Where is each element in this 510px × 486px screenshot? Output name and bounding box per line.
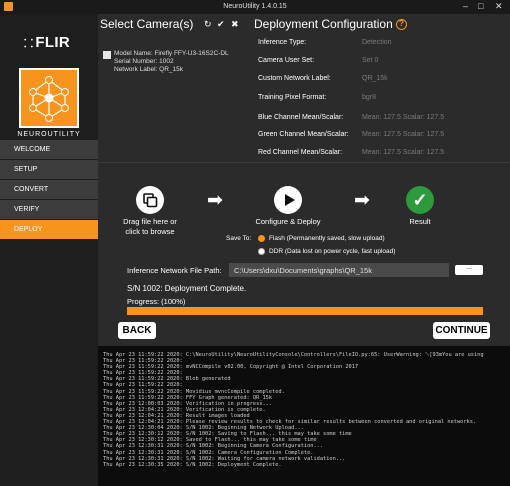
camera-serial: Serial Number: 1002 bbox=[114, 58, 174, 65]
title-bar: NeuroUtility 1.4.0.15 – □ ✕ bbox=[0, 0, 510, 14]
clear-selection-icon[interactable]: ✖ bbox=[231, 19, 239, 30]
ddr-radio[interactable] bbox=[258, 248, 265, 255]
sidebar-item-verify[interactable]: VERIFY bbox=[0, 200, 98, 219]
inference-path-input[interactable] bbox=[229, 263, 449, 277]
sidebar-item-welcome[interactable]: WELCOME bbox=[0, 140, 98, 159]
close-button[interactable]: ✕ bbox=[495, 1, 503, 12]
window-title: NeuroUtility 1.4.0.15 bbox=[223, 3, 287, 10]
drag-drop-icon[interactable] bbox=[136, 186, 164, 214]
section-divider bbox=[98, 162, 510, 163]
config-value: QR_15k bbox=[362, 75, 388, 82]
sidebar-nav: WELCOME SETUP CONVERT VERIFY DEPLOY bbox=[0, 140, 98, 240]
minimize-button[interactable]: – bbox=[463, 1, 468, 11]
config-value: Set 0 bbox=[362, 57, 379, 64]
select-all-icon[interactable]: ✔ bbox=[217, 19, 225, 30]
config-label: Blue Channel Mean/Scalar: bbox=[258, 114, 344, 121]
sidebar-item-setup[interactable]: SETUP bbox=[0, 160, 98, 179]
camera-checkbox[interactable] bbox=[103, 51, 111, 59]
brand-subtitle: NEUROUTILITY bbox=[17, 131, 81, 138]
network-graph-icon bbox=[29, 76, 69, 122]
progress-fill bbox=[127, 307, 483, 315]
arrow-right-icon: ➡ bbox=[354, 190, 370, 211]
config-label: Green Channel Mean/Scalar: bbox=[258, 131, 349, 138]
console-line: Thu Apr 23 12:30:35 2020: S/N 1002: Depl… bbox=[103, 461, 282, 468]
help-icon[interactable]: ? bbox=[396, 19, 407, 30]
configure-deploy-label: Configure & Deploy bbox=[255, 217, 321, 226]
config-label: Camera User Set: bbox=[258, 57, 315, 64]
result-check-icon: ✓ bbox=[406, 186, 434, 214]
config-value: Mean: 127.5 Scalar: 127.5 bbox=[362, 149, 445, 156]
config-value: Detection bbox=[362, 39, 392, 46]
continue-button[interactable]: CONTINUE bbox=[433, 322, 490, 339]
drag-drop-label[interactable]: Drag file here or click to browse bbox=[112, 217, 188, 237]
camera-network-label: Network Label: QR_15k bbox=[114, 66, 184, 73]
arrow-right-icon: ➡ bbox=[207, 190, 223, 211]
deployment-config-title: Deployment Configuration bbox=[254, 17, 393, 31]
sidebar: ⸬ FLIR NEUROUTILITY WELCOME SETUP CONVERT… bbox=[0, 14, 98, 486]
flash-radio[interactable] bbox=[258, 235, 265, 242]
sidebar-item-deploy[interactable]: DEPLOY bbox=[0, 220, 98, 239]
progress-label: Progress: (100%) bbox=[127, 297, 186, 306]
ddr-option-label[interactable]: DDR (Data lost on power cycle, fast uplo… bbox=[269, 248, 395, 255]
progress-bar bbox=[127, 307, 483, 315]
config-label: Inference Type: bbox=[258, 39, 307, 46]
sidebar-item-convert[interactable]: CONVERT bbox=[0, 180, 98, 199]
play-deploy-icon[interactable] bbox=[274, 186, 302, 214]
config-label: Training Pixel Format: bbox=[258, 94, 327, 101]
console-log[interactable]: Thu Apr 23 11:59:22 2020: C:\NeuroUtilit… bbox=[98, 346, 510, 486]
camera-info[interactable]: Model Name: Firefly FFY-U3-16S2C-DL Seri… bbox=[114, 50, 229, 74]
config-label: Red Channel Mean/Scalar: bbox=[258, 149, 343, 156]
camera-panel: Select Camera(s) ↻ ✔ ✖ Model Name: Firef… bbox=[98, 14, 250, 154]
deployment-status: S/N 1002: Deployment Complete. bbox=[127, 284, 247, 293]
neuroutility-logo bbox=[19, 68, 79, 128]
refresh-icon[interactable]: ↻ bbox=[204, 19, 212, 30]
browse-button[interactable]: ... bbox=[455, 264, 483, 275]
back-button[interactable]: BACK bbox=[118, 322, 156, 339]
camera-model: Model Name: Firefly FFY-U3-16S2C-DL bbox=[114, 50, 229, 57]
config-value: Mean: 127.5 Scalar: 127.5 bbox=[362, 114, 445, 121]
flash-option-label[interactable]: Flash (Permanently saved, slow upload) bbox=[269, 235, 385, 242]
result-label: Result bbox=[409, 217, 431, 226]
config-value: Mean: 127.5 Scalar: 127.5 bbox=[362, 131, 445, 138]
inference-path-label: Inference Network File Path: bbox=[127, 266, 222, 275]
config-value: bgr8 bbox=[362, 94, 377, 101]
maximize-button[interactable]: □ bbox=[478, 1, 483, 11]
camera-panel-title: Select Camera(s) bbox=[100, 17, 194, 31]
flir-logo: ⸬ FLIR bbox=[24, 34, 70, 51]
save-to-label: Save To: bbox=[226, 235, 252, 242]
config-label: Custom Network Label: bbox=[258, 75, 331, 82]
deployment-configuration: Deployment Configuration ? Inference Typ… bbox=[250, 14, 510, 162]
